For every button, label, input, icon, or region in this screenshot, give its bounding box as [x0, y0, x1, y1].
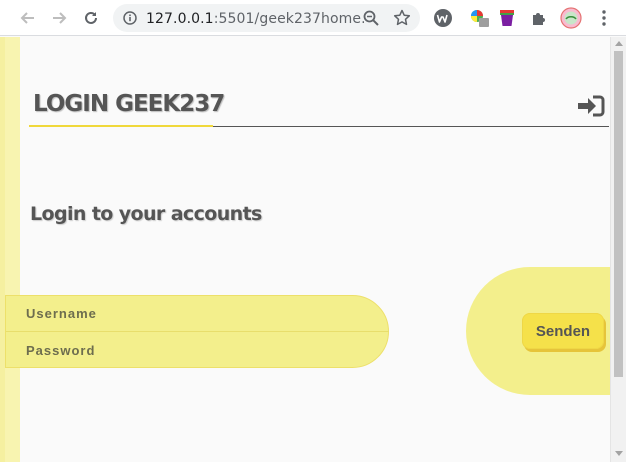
star-icon[interactable] [392, 8, 412, 33]
info-icon[interactable] [123, 11, 137, 30]
address-bar[interactable]: 127.0.0.1:5501/geek237home... [113, 4, 420, 32]
extension-bucket-icon[interactable] [495, 6, 519, 30]
url-path: :5501/geek237home... [213, 11, 364, 27]
submit-button[interactable]: Senden [522, 313, 604, 349]
extension-color-icon[interactable] [468, 6, 492, 30]
scroll-down-arrow-icon[interactable] [615, 451, 623, 456]
page-heading: Login to your accounts [30, 203, 262, 225]
side-stripe [5, 37, 20, 462]
forward-arrow-icon[interactable] [47, 5, 73, 31]
sign-in-icon[interactable] [577, 95, 605, 122]
kebab-menu-icon[interactable] [592, 6, 616, 30]
puzzle-icon[interactable] [527, 6, 551, 30]
page-content: LOGIN GEEK237 Login to your accounts Sen… [0, 37, 610, 462]
login-form [5, 295, 389, 368]
browser-toolbar: 127.0.0.1:5501/geek237home... [0, 0, 626, 36]
brand-title: LOGIN GEEK237 [33, 91, 225, 117]
avatar-icon[interactable] [559, 6, 583, 30]
extension-w-icon[interactable] [431, 6, 455, 30]
brand-underline [29, 125, 213, 127]
page-scrollbar[interactable] [610, 37, 626, 462]
reload-icon[interactable] [78, 5, 104, 31]
header-divider [213, 126, 609, 127]
url-text: 127.0.0.1:5501/geek237home... [146, 10, 364, 28]
password-input[interactable] [6, 332, 389, 368]
zoom-icon[interactable] [361, 8, 381, 33]
scroll-thumb[interactable] [614, 51, 623, 377]
scroll-up-arrow-icon[interactable] [615, 41, 623, 46]
username-input[interactable] [6, 296, 389, 332]
url-host: 127.0.0.1 [146, 11, 214, 27]
back-arrow-icon[interactable] [14, 5, 40, 31]
